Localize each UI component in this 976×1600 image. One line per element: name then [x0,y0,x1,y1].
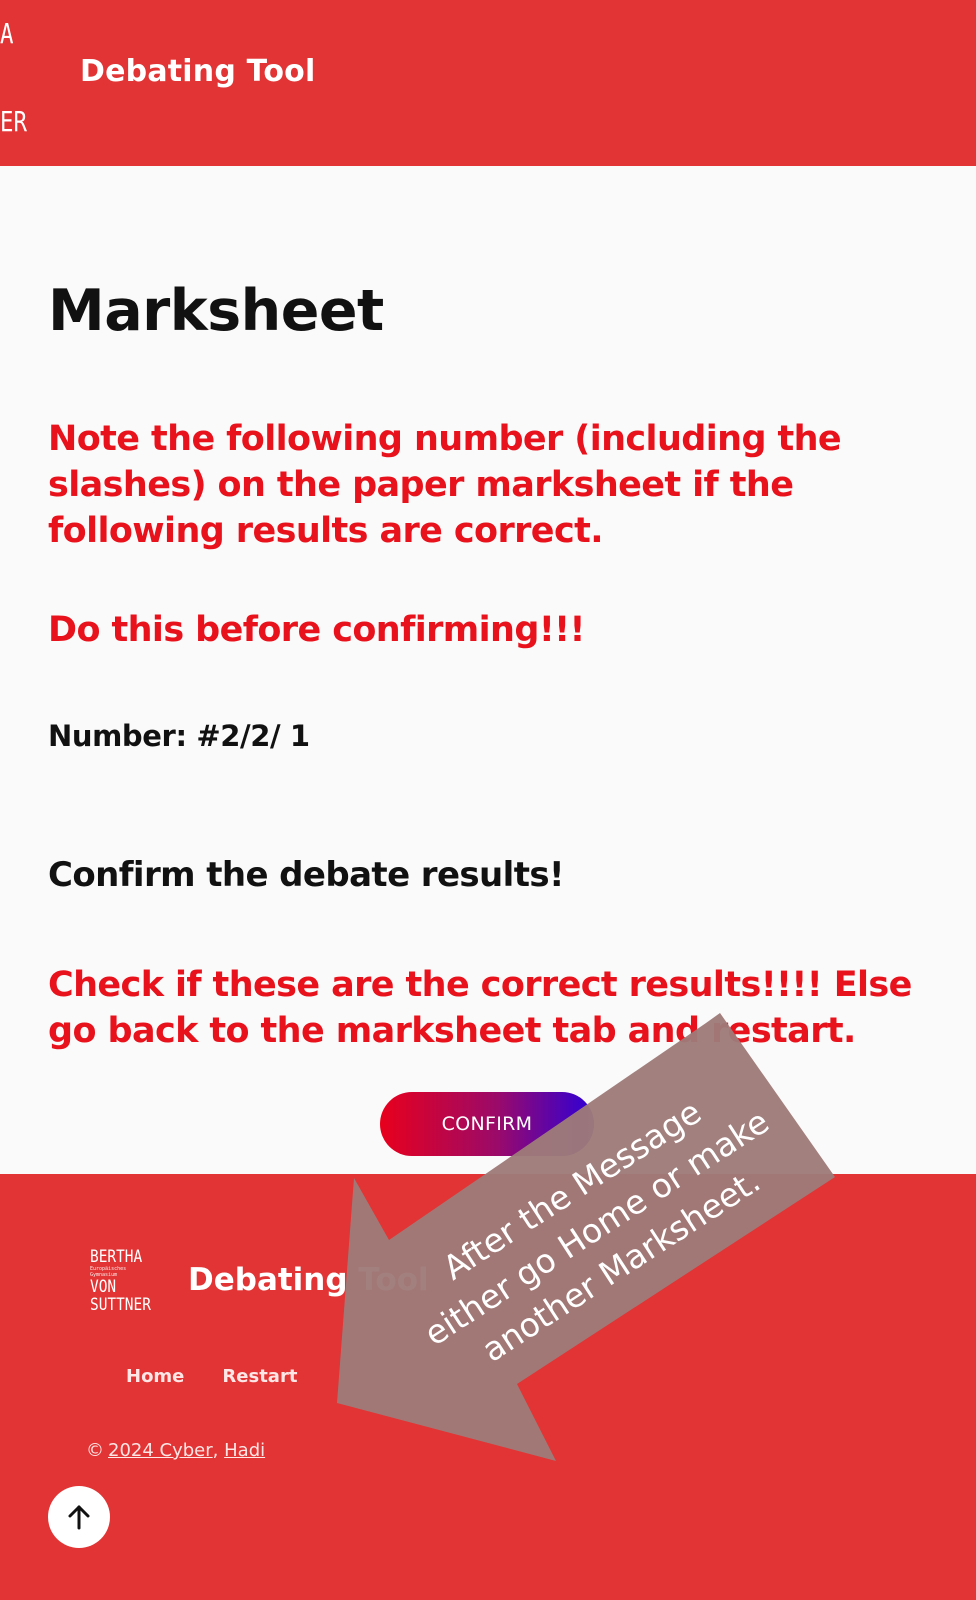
check-results-text: Check if these are the correct results!!… [48,965,912,1051]
copyright-separator: , [212,1440,219,1461]
copyright-link-cyber[interactable]: 2024 Cyber [108,1440,213,1461]
site-header: A ER Debating Tool [0,0,976,166]
page-title: Marksheet [48,278,384,344]
arrow-up-icon [68,1505,90,1530]
copyright: © 2024 Cyber, Hadi [86,1440,265,1461]
logo-text-suttner: SUTTNER [90,1295,151,1315]
header-logo-fragment-top[interactable]: A [0,20,13,48]
logo-text-bertha: BERTHA [90,1247,143,1267]
logo-text-von: VON [90,1277,117,1297]
site-title[interactable]: Debating Tool [80,54,315,89]
footer-nav-home[interactable]: Home [126,1366,184,1387]
footer-site-title[interactable]: Debating Tool [188,1262,429,1298]
footer-nav-restart[interactable]: Restart [222,1366,297,1387]
copyright-link-hadi[interactable]: Hadi [224,1440,265,1461]
header-logo-fragment-bottom[interactable]: ER [0,108,27,136]
confirm-button[interactable]: CONFIRM [380,1092,594,1156]
school-logo[interactable]: BERTHA Europäisches Gymnasium VON SUTTNE… [90,1248,170,1314]
warning-text: Do this before confirming!!! [48,610,586,650]
scroll-to-top-button[interactable] [48,1486,110,1548]
instruction-note: Note the following number (including the… [48,419,842,551]
site-footer: BERTHA Europäisches Gymnasium VON SUTTNE… [0,1174,976,1600]
marksheet-number: Number: #2/2/ 1 [48,719,310,753]
confirm-heading: Confirm the debate results! [48,855,565,895]
copyright-symbol: © [86,1440,104,1461]
footer-nav: Home Restart [126,1366,297,1387]
main-content: Marksheet Note the following number (inc… [0,166,976,1174]
